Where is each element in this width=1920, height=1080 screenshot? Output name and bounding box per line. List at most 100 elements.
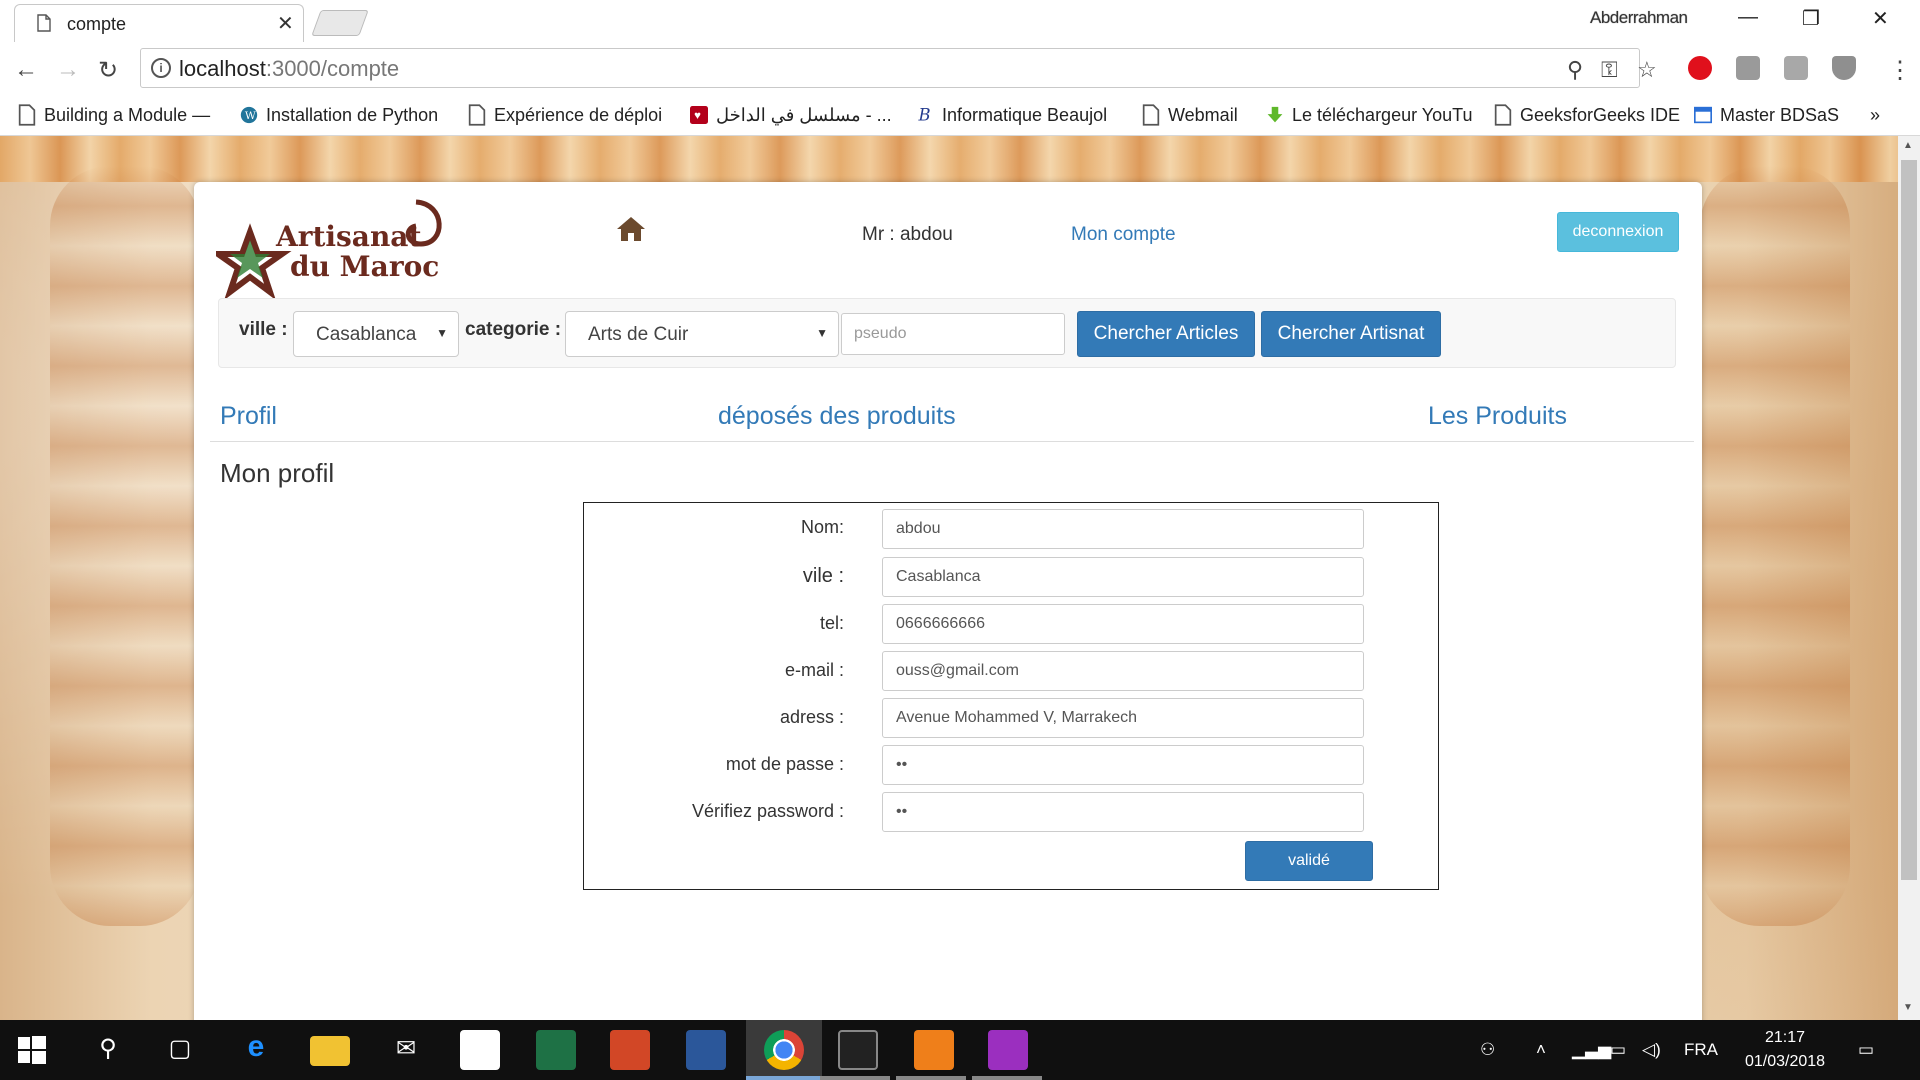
shield-icon[interactable] xyxy=(1832,56,1856,80)
tab-deposited-products[interactable]: déposés des produits xyxy=(718,402,956,431)
browser-tab-bar: compte ✕ Abderrahman — ❐ ✕ xyxy=(0,0,1920,42)
bookmark-item[interactable]: ♥ مسلسل في الداخل - ... xyxy=(690,104,900,130)
phone-label: tel: xyxy=(819,613,844,633)
store-icon[interactable] xyxy=(460,1030,500,1070)
zoom-icon[interactable]: ⚲ xyxy=(1567,57,1583,83)
forward-icon[interactable]: → xyxy=(56,56,80,84)
name-label: Nom: xyxy=(800,517,844,537)
task-view-icon[interactable]: ▢ xyxy=(160,1034,200,1063)
pseudo-input[interactable]: pseudo xyxy=(841,313,1065,355)
menu-icon[interactable]: ⋮ xyxy=(1888,56,1912,85)
page-viewport: Artisanat du Maroc Mr : abdou Mon compte… xyxy=(0,136,1898,1020)
password-field[interactable]: •• xyxy=(882,745,1364,785)
scrollbar-thumb[interactable] xyxy=(1901,160,1917,880)
bookmark-item[interactable]: Expérience de déploi xyxy=(468,104,672,130)
bookmarks-bar: Building a Module — W Installation de Pyt… xyxy=(0,98,1920,136)
search-icon[interactable]: ⚲ xyxy=(88,1034,128,1063)
bookmark-item[interactable]: Master BDSaS xyxy=(1694,104,1854,130)
notifications-icon[interactable]: ▭ xyxy=(1858,1040,1874,1060)
address-field[interactable]: Avenue Mohammed V, Marrakech xyxy=(882,698,1364,738)
page-scrollbar[interactable]: ▲ ▼ xyxy=(1898,136,1920,1020)
running-app-indicator xyxy=(896,1076,966,1080)
page-icon xyxy=(1494,104,1512,126)
extension-save-icon[interactable] xyxy=(1784,56,1808,80)
tab-profil[interactable]: Profil xyxy=(220,402,277,431)
city-select[interactable]: Casablanca ▼ xyxy=(293,311,459,357)
bookmark-item[interactable]: W Installation de Python xyxy=(240,104,446,130)
back-icon[interactable]: ← xyxy=(14,56,38,84)
tab-title: compte xyxy=(67,14,127,34)
page-icon xyxy=(18,104,36,126)
profile-name[interactable]: Abderrahman xyxy=(1590,8,1688,28)
city-field[interactable]: Casablanca xyxy=(882,557,1364,597)
logout-button[interactable]: deconnexion xyxy=(1557,212,1679,252)
close-tab-icon[interactable]: ✕ xyxy=(277,11,294,36)
powerpoint-icon[interactable] xyxy=(610,1030,650,1070)
restore-icon[interactable]: ❐ xyxy=(1802,6,1820,31)
edge-icon[interactable]: e xyxy=(236,1030,276,1064)
bookmark-item[interactable]: Le téléchargeur YouTu xyxy=(1266,104,1492,130)
windows-start-icon[interactable] xyxy=(16,1034,48,1066)
close-window-icon[interactable]: ✕ xyxy=(1872,6,1889,31)
running-app-indicator xyxy=(972,1076,1042,1080)
new-tab-button[interactable] xyxy=(311,10,369,36)
email-label: e-mail : xyxy=(784,660,844,680)
heart-icon: ♥ xyxy=(690,106,708,125)
volume-icon[interactable]: ◁) xyxy=(1642,1040,1661,1060)
info-icon[interactable]: i xyxy=(151,58,171,78)
page-icon xyxy=(1142,104,1160,126)
search-artisans-button[interactable]: Chercher Artisnat xyxy=(1261,311,1441,357)
scroll-up-icon[interactable]: ▲ xyxy=(1903,140,1913,151)
page-icon xyxy=(468,104,486,126)
chevron-up-icon[interactable]: ˄ xyxy=(1536,1040,1546,1060)
pdf-app-icon[interactable] xyxy=(914,1030,954,1070)
category-select[interactable]: Arts de Cuir ▼ xyxy=(565,311,839,357)
extension-inbox-icon[interactable] xyxy=(1736,56,1760,80)
window-icon xyxy=(1694,107,1712,124)
city-label: ville : xyxy=(239,319,288,340)
site-logo[interactable]: Artisanat du Maroc xyxy=(216,194,446,304)
url-field[interactable]: i localhost:3000/compte ⚲ ⚿ ☆ xyxy=(140,48,1657,88)
excel-icon[interactable] xyxy=(536,1030,576,1070)
reload-icon[interactable]: ↻ xyxy=(98,56,118,85)
bookmark-item[interactable]: Webmail xyxy=(1142,104,1262,130)
svg-text:W: W xyxy=(245,109,256,122)
network-icon[interactable]: ▁▃▅ xyxy=(1572,1040,1611,1060)
word-icon[interactable] xyxy=(686,1030,726,1070)
confirm-password-field[interactable]: •• xyxy=(882,792,1364,832)
download-icon xyxy=(1267,107,1283,123)
email-field[interactable]: ouss@gmail.com xyxy=(882,651,1364,691)
phone-field[interactable]: 0666666666 xyxy=(882,604,1364,644)
bookmark-item[interactable]: Building a Module — xyxy=(18,104,218,130)
clock[interactable]: 21:17 01/03/2018 xyxy=(1730,1026,1840,1074)
bookmark-item[interactable]: B Informatique Beaujol xyxy=(916,104,1126,130)
my-account-link[interactable]: Mon compte xyxy=(1071,224,1176,246)
language-indicator[interactable]: FRA xyxy=(1684,1040,1718,1060)
city-select-value: Casablanca xyxy=(316,324,417,345)
minimize-icon[interactable]: — xyxy=(1738,6,1758,29)
mail-icon[interactable]: ✉ xyxy=(386,1034,426,1063)
main-card: Artisanat du Maroc Mr : abdou Mon compte… xyxy=(194,182,1702,1020)
category-select-value: Arts de Cuir xyxy=(588,324,689,345)
name-field[interactable]: abdou xyxy=(882,509,1364,549)
phpstorm-icon[interactable] xyxy=(988,1030,1028,1070)
search-articles-button[interactable]: Chercher Articles xyxy=(1077,311,1255,357)
city-field-label: vile : xyxy=(802,565,844,587)
submit-button[interactable]: validé xyxy=(1245,841,1373,881)
bookmark-item[interactable]: GeeksforGeeks IDE xyxy=(1494,104,1680,130)
scroll-down-icon[interactable]: ▼ xyxy=(1903,1002,1913,1013)
chrome-icon[interactable] xyxy=(764,1030,804,1070)
profile-form: Nom: abdou vile : Casablanca tel: 066666… xyxy=(583,502,1439,890)
tab-products[interactable]: Les Produits xyxy=(1428,402,1567,431)
file-explorer-icon[interactable] xyxy=(310,1036,350,1066)
home-icon[interactable] xyxy=(616,216,646,242)
key-icon[interactable]: ⚿ xyxy=(1601,57,1618,83)
star-icon[interactable]: ☆ xyxy=(1637,57,1657,83)
b-icon: B xyxy=(917,106,930,125)
battery-icon[interactable]: ▭ xyxy=(1610,1040,1626,1060)
people-icon[interactable]: ⚇ xyxy=(1480,1040,1495,1060)
terminal-icon[interactable] xyxy=(838,1030,878,1070)
opera-icon[interactable] xyxy=(1688,56,1712,80)
browser-tab-active[interactable]: compte ✕ xyxy=(14,4,304,42)
bookmarks-overflow-button[interactable]: » xyxy=(1870,104,1900,130)
